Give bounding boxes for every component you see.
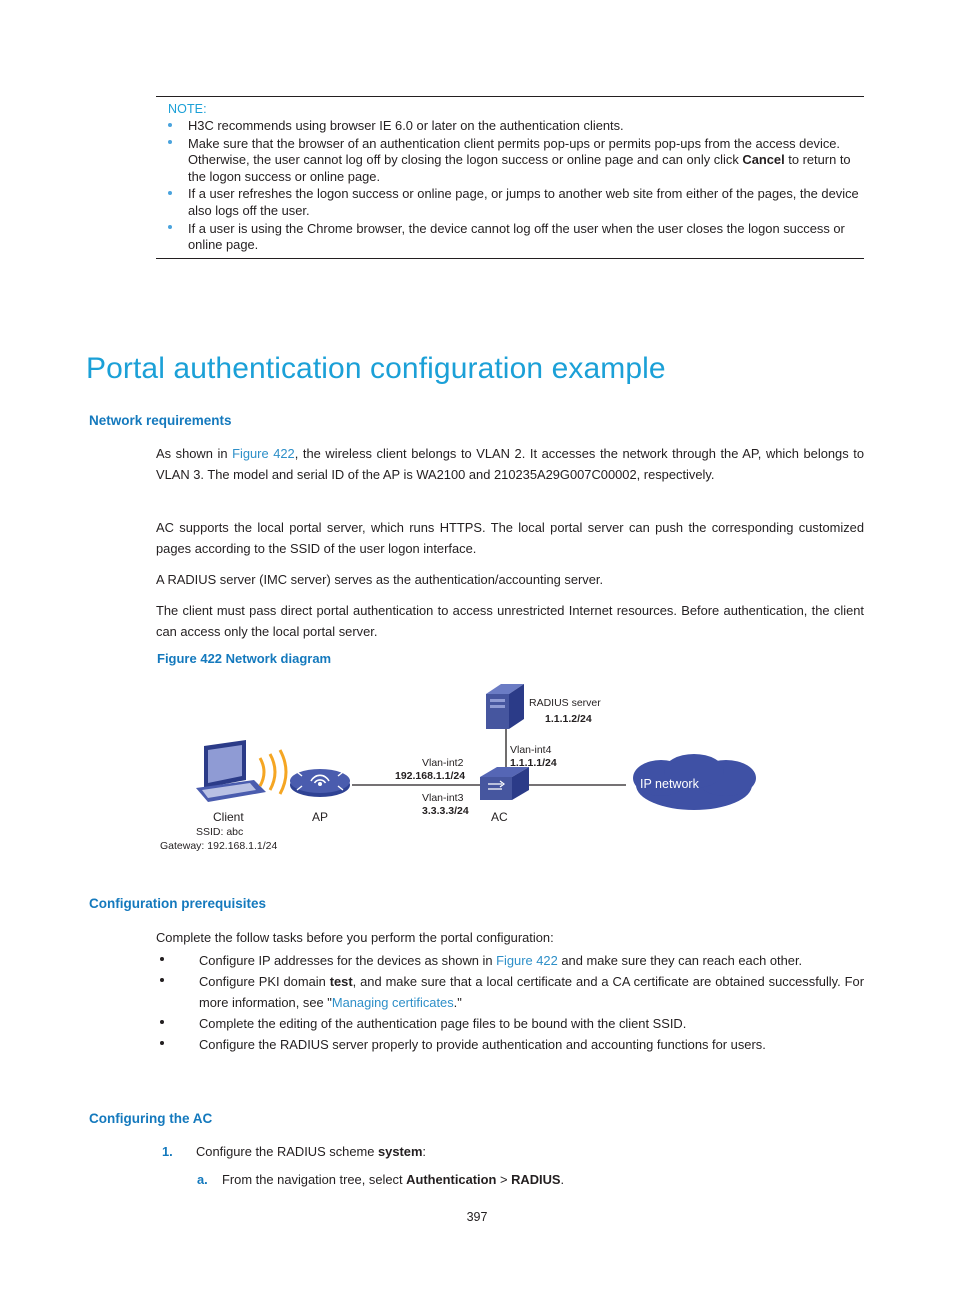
text-bold: system <box>377 1144 423 1159</box>
text-fragment: As shown in <box>156 446 233 461</box>
section-heading-configuration-prerequisites: Configuration prerequisites <box>89 896 267 911</box>
radius-server-icon <box>486 684 524 729</box>
wifi-waves-icon <box>258 749 288 795</box>
page-number: 397 <box>466 1210 488 1224</box>
label-vlanint2-ip: 192.168.1.1/24 <box>395 770 466 782</box>
paragraph-prerequisites-intro: Complete the follow tasks before you per… <box>156 930 554 945</box>
note-list: H3C recommends using browser IE 6.0 or l… <box>156 118 864 254</box>
bullet-icon <box>168 140 172 145</box>
text-bold: test <box>329 974 353 989</box>
configuring-ac-steps: 1. Configure the RADIUS scheme system: a… <box>156 1141 864 1190</box>
label-ap: AP <box>312 810 329 824</box>
text-fragment: > <box>496 1172 512 1187</box>
list-item: Configure IP addresses for the devices a… <box>156 950 864 971</box>
numbered-step: 1. Configure the RADIUS scheme system: <box>156 1141 864 1162</box>
ap-icon <box>290 769 350 797</box>
label-radius-server: RADIUS server <box>529 697 601 709</box>
note-item-text: If a user refreshes the logon success or… <box>188 186 859 218</box>
text-fragment: Configure PKI domain <box>199 974 330 989</box>
list-item: Configure the RADIUS server properly to … <box>156 1034 864 1055</box>
paragraph-network-requirements-4: The client must pass direct portal authe… <box>156 603 864 639</box>
list-item-text: Complete the editing of the authenticati… <box>199 1016 687 1031</box>
label-vlanint3-ip: 3.3.3.3/24 <box>422 805 469 817</box>
bullet-icon <box>160 978 164 982</box>
figure-cross-reference-link[interactable]: Figure 422 <box>232 446 295 461</box>
section-heading-network-requirements: Network requirements <box>89 413 232 428</box>
note-top-rule <box>156 96 864 97</box>
substep-letter: a. <box>197 1172 208 1187</box>
note-item: If a user is using the Chrome browser, t… <box>156 221 864 254</box>
text-fragment: From the navigation tree, select <box>222 1172 407 1187</box>
note-item-text: H3C recommends using browser IE 6.0 or l… <box>188 118 624 133</box>
substep: a. From the navigation tree, select Auth… <box>156 1169 864 1190</box>
page-title: Portal authentication configuration exam… <box>86 352 666 385</box>
bullet-icon <box>168 190 172 195</box>
note-item-text: If a user is using the Chrome browser, t… <box>188 220 845 253</box>
label-vlanint3: Vlan-int3 <box>422 792 464 804</box>
list-item: Configure PKI domain test, and make sure… <box>156 971 864 1013</box>
note-item: If a user refreshes the logon success or… <box>156 186 864 219</box>
text-fragment: Configure IP addresses for the devices a… <box>199 953 497 968</box>
label-ac: AC <box>491 810 508 824</box>
paragraph-network-requirements-2: AC supports the local portal server, whi… <box>156 520 864 556</box>
prerequisites-list: Configure IP addresses for the devices a… <box>156 950 864 1055</box>
bullet-icon <box>160 1041 164 1045</box>
label-ssid: SSID: abc <box>196 826 244 838</box>
client-laptop-icon <box>196 740 266 802</box>
label-radius-ip: 1.1.1.2/24 <box>545 713 592 725</box>
list-item: Complete the editing of the authenticati… <box>156 1013 864 1034</box>
step-text: Configure the RADIUS scheme system: <box>196 1144 426 1159</box>
paragraph-network-requirements-3: A RADIUS server (IMC server) serves as t… <box>156 572 604 587</box>
managing-certificates-link[interactable]: Managing certificates <box>332 995 454 1010</box>
text-bold: RADIUS <box>511 1172 561 1187</box>
bullet-icon <box>160 957 164 961</box>
ac-switch-icon <box>480 767 529 800</box>
text-fragment: and make sure they can reach each other. <box>557 953 803 968</box>
text-fragment: . <box>560 1172 565 1187</box>
document-page: NOTE: H3C recommends using browser IE 6.… <box>0 0 954 1296</box>
label-vlanint4: Vlan-int4 <box>510 744 552 756</box>
label-ip-network: IP network <box>640 777 699 791</box>
figure-cross-reference-link[interactable]: Figure 422 <box>496 953 558 968</box>
paragraph-network-requirements-1: As shown in Figure 422, the wireless cli… <box>156 443 864 485</box>
step-number: 1. <box>162 1144 173 1159</box>
label-vlanint4-ip: 1.1.1.1/24 <box>510 757 557 769</box>
text-fragment: ." <box>453 995 462 1010</box>
label-client: Client <box>213 810 244 824</box>
label-gateway: Gateway: 192.168.1.1/24 <box>160 840 278 852</box>
list-item-text: Configure PKI domain test, and make sure… <box>199 974 864 1010</box>
figure-caption: Figure 422 Network diagram <box>157 651 332 666</box>
substep-text: From the navigation tree, select Authent… <box>222 1172 564 1187</box>
text-fragment: Configure the RADIUS scheme <box>196 1144 378 1159</box>
label-vlanint2: Vlan-int2 <box>422 757 464 769</box>
note-item: Make sure that the browser of an authent… <box>156 136 864 186</box>
note-box: NOTE: H3C recommends using browser IE 6.… <box>156 96 864 259</box>
list-item-text: Configure IP addresses for the devices a… <box>199 953 802 968</box>
network-diagram: RADIUS server 1.1.1.2/24 Vlan-int4 1.1.1… <box>156 672 864 877</box>
bullet-icon <box>168 225 172 230</box>
note-title: NOTE: <box>168 102 207 116</box>
section-heading-configuring-the-ac: Configuring the AC <box>89 1111 213 1126</box>
note-bottom-rule <box>156 257 864 259</box>
bullet-icon <box>168 122 172 127</box>
note-item-text: Make sure that the browser of an authent… <box>188 135 851 184</box>
note-item: H3C recommends using browser IE 6.0 or l… <box>156 118 864 135</box>
bullet-icon <box>160 1020 164 1024</box>
list-item-text: Configure the RADIUS server properly to … <box>199 1037 766 1052</box>
text-bold: Authentication <box>406 1172 497 1187</box>
text-fragment: : <box>422 1144 427 1159</box>
